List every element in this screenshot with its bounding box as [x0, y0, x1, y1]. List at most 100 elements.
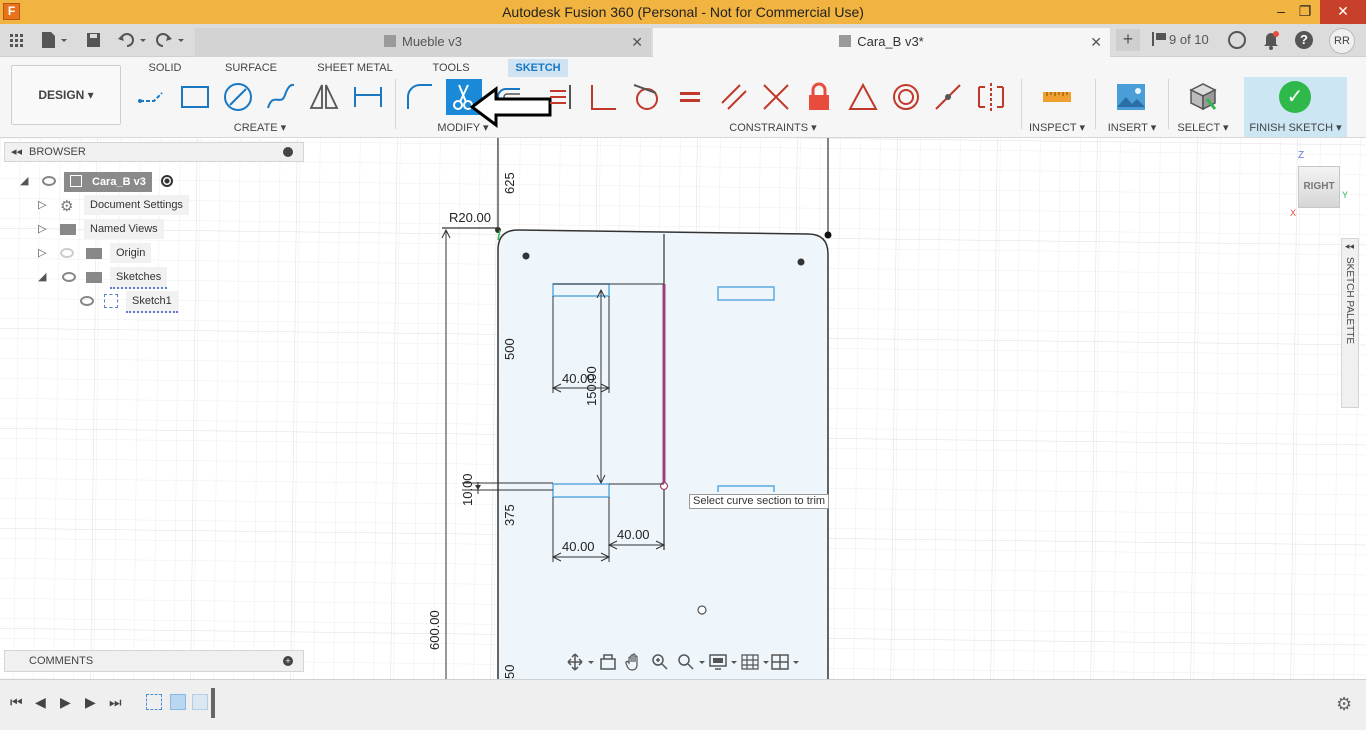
- display-settings-icon[interactable]: [709, 653, 739, 671]
- select-menu[interactable]: SELECT ▾: [1174, 121, 1232, 134]
- timeline-play-button[interactable]: ▶: [60, 694, 71, 711]
- timeline-settings-gear-icon[interactable]: ⚙: [1336, 694, 1352, 715]
- zoom-window-icon[interactable]: [677, 653, 707, 671]
- mirror-tool[interactable]: [306, 79, 342, 115]
- tab-sheet-metal[interactable]: SHEET METAL: [316, 59, 394, 77]
- job-status[interactable]: 9 of 10: [1152, 29, 1209, 51]
- orbit-move-icon[interactable]: [567, 653, 595, 671]
- viewports-icon[interactable]: [771, 653, 801, 671]
- collapse-triangle-icon[interactable]: ◢: [20, 171, 28, 191]
- undo-icon[interactable]: [118, 30, 148, 50]
- dim-150[interactable]: 150.00: [584, 366, 599, 406]
- rectangle-icon: [181, 86, 209, 108]
- dim-600[interactable]: 600.00: [427, 610, 442, 650]
- pan-hand-icon[interactable]: [625, 653, 643, 671]
- add-comment-icon[interactable]: +: [283, 656, 293, 666]
- new-tab-button[interactable]: +: [1116, 29, 1140, 51]
- view-cube-face-right[interactable]: RIGHT: [1298, 166, 1340, 208]
- visibility-eye-icon[interactable]: [80, 296, 94, 306]
- timeline-marker-handle[interactable]: [211, 688, 215, 718]
- perpendicular-constraint[interactable]: [586, 79, 622, 115]
- notifications-bell-icon[interactable]: [1262, 29, 1280, 51]
- zoom-icon[interactable]: [651, 653, 669, 671]
- coincident-constraint[interactable]: [930, 79, 966, 115]
- insert-menu[interactable]: INSERT ▾: [1104, 121, 1160, 134]
- timeline-previous-button[interactable]: ◀: [35, 694, 46, 711]
- finish-sketch-button[interactable]: ✓ FINISH SKETCH ▾: [1244, 77, 1347, 137]
- dim-50[interactable]: 50: [502, 665, 517, 679]
- close-tab-cara-b-button[interactable]: ✕: [1090, 28, 1102, 56]
- view-cube[interactable]: Z RIGHT Y X: [1290, 150, 1350, 218]
- tangent-constraint[interactable]: [628, 79, 664, 115]
- concentric-constraint[interactable]: [888, 79, 924, 115]
- measure-tool[interactable]: [1039, 79, 1075, 115]
- timeline-first-button[interactable]: ⏮: [10, 694, 23, 711]
- dim-10[interactable]: 10.00: [460, 473, 475, 506]
- collapse-triangle-icon[interactable]: ◢: [38, 267, 46, 287]
- help-icon[interactable]: ?: [1295, 31, 1313, 49]
- constraints-menu[interactable]: CONSTRAINTS ▾: [720, 121, 826, 134]
- inspect-menu[interactable]: INSPECT ▾: [1026, 121, 1088, 134]
- close-tab-mueble-button[interactable]: ✕: [631, 28, 643, 56]
- visibility-eye-icon[interactable]: [62, 272, 76, 282]
- dim-500[interactable]: 500: [502, 338, 517, 360]
- dim-625[interactable]: 625: [502, 172, 517, 194]
- expand-triangle-icon[interactable]: ▷: [38, 219, 46, 239]
- circle-tool[interactable]: [220, 79, 256, 115]
- comments-panel-header[interactable]: COMMENTS +: [4, 650, 304, 672]
- dim-375[interactable]: 375: [502, 504, 517, 526]
- tab-tools[interactable]: TOOLS: [428, 59, 474, 77]
- fillet-tool[interactable]: [402, 79, 438, 115]
- coincident-extend-tool[interactable]: [544, 79, 580, 115]
- symmetry-constraint[interactable]: [973, 79, 1009, 115]
- expand-triangle-icon[interactable]: ▷: [38, 243, 46, 263]
- expand-palette-icon[interactable]: ◂◂: [1345, 241, 1354, 252]
- maximize-button[interactable]: ❐: [1288, 0, 1322, 24]
- file-menu-icon[interactable]: [40, 30, 70, 50]
- dim-40-lower[interactable]: 40.00: [562, 539, 595, 554]
- rectangle-tool[interactable]: [177, 79, 213, 115]
- visibility-eye-icon[interactable]: [42, 176, 56, 186]
- dim-40-right[interactable]: 40.00: [617, 527, 650, 542]
- fix-constraint[interactable]: [801, 79, 837, 115]
- redo-icon[interactable]: [156, 30, 186, 50]
- tab-sketch[interactable]: SKETCH: [508, 59, 568, 77]
- select-tool[interactable]: [1185, 79, 1221, 115]
- sketch-dimension-tool[interactable]: [350, 79, 386, 115]
- spline-tool[interactable]: [263, 79, 299, 115]
- timeline-extrude-feature-icon[interactable]: [192, 694, 208, 710]
- collapse-browser-icon[interactable]: ◂◂: [11, 145, 22, 158]
- clock-icon[interactable]: [1228, 31, 1246, 49]
- tab-mueble[interactable]: Mueble v3 ✕: [195, 28, 651, 57]
- tab-solid[interactable]: SOLID: [141, 59, 189, 77]
- tab-cara-b[interactable]: Cara_B v3* ✕: [653, 28, 1110, 57]
- parallel-constraint[interactable]: [716, 79, 752, 115]
- folder-icon: [86, 248, 102, 259]
- user-avatar[interactable]: RR: [1329, 28, 1355, 54]
- tab-surface[interactable]: SURFACE: [222, 59, 280, 77]
- grid-settings-icon[interactable]: [741, 653, 771, 671]
- browser-panel-header[interactable]: ◂◂ BROWSER: [4, 142, 304, 162]
- timeline-extrude-feature-icon[interactable]: [170, 694, 186, 710]
- dim-r20[interactable]: R20.00: [449, 210, 491, 225]
- insert-image-tool[interactable]: [1113, 79, 1149, 115]
- workspace-switcher-button[interactable]: DESIGN ▾: [11, 65, 121, 125]
- save-icon[interactable]: [86, 30, 102, 50]
- timeline-sketch-feature-icon[interactable]: [146, 694, 162, 710]
- expand-triangle-icon[interactable]: ▷: [38, 195, 46, 215]
- sketch-palette-tab[interactable]: ◂◂ SKETCH PALETTE: [1341, 238, 1359, 408]
- data-panel-grid-icon[interactable]: [8, 30, 26, 50]
- line-tool[interactable]: [134, 79, 170, 115]
- sketch-canvas[interactable]: 625 R20.00 500 40.00 150.00 10.00 375 40…: [0, 138, 1366, 679]
- activate-radio-icon[interactable]: [160, 175, 173, 187]
- collinear-constraint[interactable]: [758, 79, 794, 115]
- close-window-button[interactable]: ✕: [1320, 0, 1366, 24]
- timeline-next-button[interactable]: ▶: [85, 694, 96, 711]
- timeline-last-button[interactable]: ⏭: [109, 694, 122, 711]
- look-at-icon[interactable]: [599, 653, 617, 671]
- minimize-browser-icon[interactable]: [283, 147, 293, 157]
- create-menu[interactable]: CREATE ▾: [220, 121, 300, 134]
- equal-constraint[interactable]: [672, 79, 708, 115]
- midpoint-constraint[interactable]: [845, 79, 881, 115]
- hidden-eye-icon[interactable]: [60, 248, 74, 258]
